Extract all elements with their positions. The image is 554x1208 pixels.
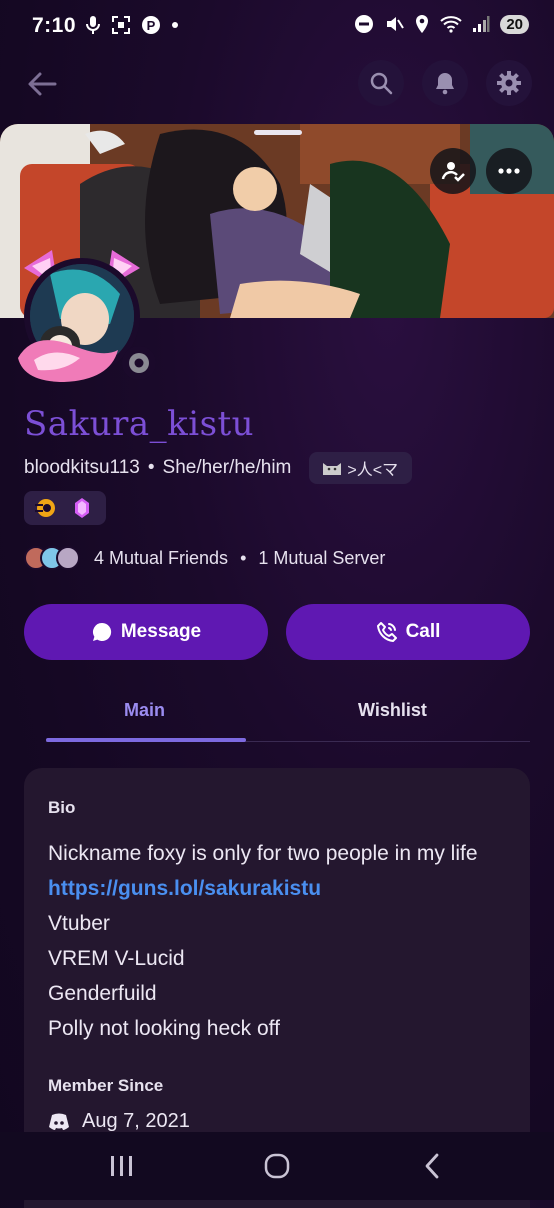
badge-list xyxy=(24,491,106,525)
search-icon xyxy=(370,72,393,95)
member-since-label: Member Since xyxy=(48,1076,164,1095)
cat-icon xyxy=(323,463,342,475)
mutual-avatar xyxy=(56,546,80,570)
pinterest-icon: P xyxy=(142,16,160,34)
status-bar: 7:10 P 20 xyxy=(0,0,554,52)
back-button[interactable] xyxy=(22,64,62,104)
bio-line: Vtuber xyxy=(48,912,110,935)
call-button-label: Call xyxy=(405,621,441,642)
about-card: Bio Nickname foxy is only for two people… xyxy=(24,768,530,1168)
tab-wishlist[interactable]: Wishlist xyxy=(358,700,427,721)
server-tag-text: >人<マ xyxy=(347,462,399,479)
wifi-icon xyxy=(440,16,462,33)
mutual-servers-count[interactable]: 1 Mutual Server xyxy=(258,548,385,569)
home-icon xyxy=(264,1153,290,1179)
bio-line: Genderfuild xyxy=(48,982,157,1005)
notification-icons: P xyxy=(85,15,179,35)
status-time: 7:10 xyxy=(32,14,77,37)
display-name: Sakura_kistu xyxy=(24,404,255,444)
avatar-container[interactable] xyxy=(14,248,156,384)
nav-back-button[interactable] xyxy=(412,1150,452,1182)
arrow-left-icon xyxy=(28,72,57,96)
profile-header xyxy=(0,52,554,118)
notifications-button[interactable] xyxy=(422,60,468,106)
dot-icon xyxy=(172,22,178,28)
separator-dot: • xyxy=(240,547,247,568)
location-icon xyxy=(416,15,429,33)
settings-button[interactable] xyxy=(486,60,532,106)
phone-icon xyxy=(376,622,397,642)
bell-icon xyxy=(436,73,454,95)
server-tag[interactable]: >人<マ xyxy=(309,452,413,484)
user-info-line: bloodkitsu113 • She/her/he/him >人<マ xyxy=(24,452,413,484)
bio-label: Bio xyxy=(48,798,76,817)
search-button[interactable] xyxy=(358,60,404,106)
person-check-icon xyxy=(441,162,465,182)
bio-text: Nickname foxy is only for two people in … xyxy=(48,836,478,1046)
screenshot-icon xyxy=(112,16,130,34)
system-nav-bar xyxy=(0,1132,554,1200)
bio-line: VREM V-Lucid xyxy=(48,947,185,970)
nitro-gem-icon xyxy=(75,498,89,518)
pronouns: She/her/he/him xyxy=(162,457,292,478)
battery-indicator: 20 xyxy=(500,14,529,34)
more-horizontal-icon xyxy=(498,168,520,174)
friend-status-button[interactable] xyxy=(430,148,476,194)
mic-icon xyxy=(86,16,100,34)
mute-icon xyxy=(387,17,405,31)
home-button[interactable] xyxy=(257,1150,297,1182)
dnd-icon xyxy=(355,15,374,33)
member-since-row: Aug 7, 2021 xyxy=(48,1110,190,1133)
tab-active-indicator xyxy=(46,738,246,742)
idle-status-icon xyxy=(129,353,149,373)
call-button[interactable]: Call xyxy=(286,604,530,660)
username: bloodkitsu113 xyxy=(24,457,140,478)
more-options-button[interactable] xyxy=(486,148,532,194)
chat-bubble-icon xyxy=(92,622,111,641)
chevron-left-icon xyxy=(425,1153,439,1179)
signal-icon xyxy=(473,16,490,32)
recents-button[interactable] xyxy=(102,1150,142,1182)
tab-main[interactable]: Main xyxy=(124,700,165,721)
member-since-date: Aug 7, 2021 xyxy=(82,1110,190,1132)
hypesquad-icon xyxy=(35,499,55,517)
bio-line: Nickname foxy is only for two people in … xyxy=(48,842,478,865)
avatar-decoration-tail xyxy=(18,340,118,382)
bio-link[interactable]: https://guns.lol/sakurakistu xyxy=(48,871,478,906)
separator-dot: • xyxy=(147,457,155,478)
gear-icon xyxy=(497,71,521,95)
discord-logo-icon xyxy=(49,1113,69,1130)
system-icons: 20 xyxy=(354,14,529,34)
svg-text:P: P xyxy=(147,18,156,33)
mutuals-row[interactable]: 4 Mutual Friends • 1 Mutual Server xyxy=(24,545,385,571)
status-indicator xyxy=(122,346,156,380)
bio-line: Polly not looking heck off xyxy=(48,1017,280,1040)
recents-icon xyxy=(111,1156,132,1176)
drag-handle[interactable] xyxy=(254,130,302,135)
message-button-label: Message xyxy=(120,621,202,642)
message-button[interactable]: Message xyxy=(24,604,268,660)
mutual-friends-count[interactable]: 4 Mutual Friends xyxy=(94,548,228,569)
